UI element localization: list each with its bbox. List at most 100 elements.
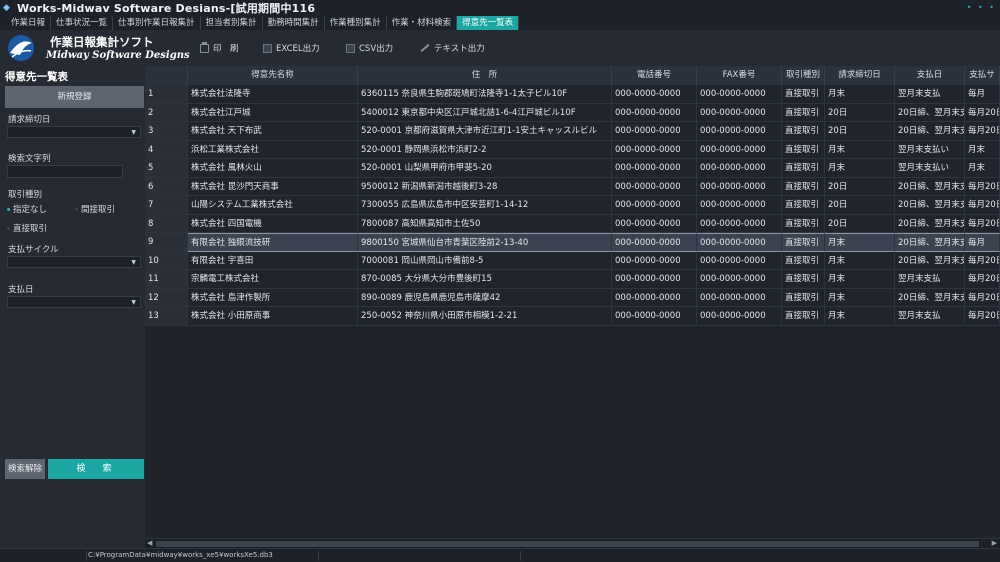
table-cell-cutoff[interactable]: 月末 (825, 270, 895, 289)
column-header[interactable]: 得意先名称 (188, 66, 358, 85)
table-cell-pay[interactable]: 20日締、翌月末支 (895, 103, 965, 122)
column-header[interactable]: 支払サ (965, 66, 1000, 85)
new-registration-button[interactable]: 新規登録 (5, 86, 144, 108)
table-cell-type[interactable]: 直接取引 (782, 122, 825, 141)
table-cell-fax[interactable]: 000-0000-0000 (697, 214, 782, 233)
table-cell-pay[interactable]: 翌月末支払い (895, 140, 965, 159)
table-cell-cutoff[interactable]: 20日 (825, 122, 895, 141)
table-cell-cycle[interactable]: 毎月20日 (965, 288, 1000, 307)
table-cell-name[interactable]: 浜松工業株式会社 (188, 140, 358, 159)
table-cell-name[interactable]: 山陽システム工業株式会社 (188, 196, 358, 215)
tab-3[interactable]: 担当者別集計 (201, 16, 263, 30)
table-cell-tel[interactable]: 000-0000-0000 (612, 233, 697, 252)
scroll-right-icon[interactable]: ▶ (992, 539, 997, 547)
table-row[interactable]: 13 株式会社 小田原商事 250-0052 神奈川県小田原市相模1-2-21 000… (145, 307, 1000, 326)
table-cell-type[interactable]: 直接取引 (782, 85, 825, 104)
table-cell-type[interactable]: 直接取引 (782, 233, 825, 252)
table-cell-cutoff[interactable]: 月末 (825, 233, 895, 252)
text-export-button[interactable]: テキスト出力 (420, 42, 485, 54)
table-row[interactable]: 7 山陽システム工業株式会社 7300055 広島県広島市中区安芸町1-14-12 0… (145, 196, 1000, 215)
table-cell-addr[interactable]: 6360115 奈良県生駒郡斑鳩町法隆寺1-1太子ビル10F (358, 85, 612, 104)
table-cell-cycle[interactable]: 毎月20日 (965, 214, 1000, 233)
tab-7[interactable]: 得意先一覧表 (457, 16, 520, 30)
table-cell-name[interactable]: 宗麟電工株式会社 (188, 270, 358, 289)
table-row[interactable]: 11 宗麟電工株式会社 870-0085 大分県大分市豊後町15 000-0000-0… (145, 270, 1000, 289)
table-cell-tel[interactable]: 000-0000-0000 (612, 177, 697, 196)
table-cell-cutoff[interactable]: 20日 (825, 177, 895, 196)
table-cell-name[interactable]: 株式会社江戸城 (188, 103, 358, 122)
table-cell-pay[interactable]: 20日締、翌月末支 (895, 251, 965, 270)
table-cell-fax[interactable]: 000-0000-0000 (697, 159, 782, 178)
table-cell-addr[interactable]: 5400012 東京都中央区江戸城北詰1-6-4江戸城ビル10F (358, 103, 612, 122)
table-cell-tel[interactable]: 000-0000-0000 (612, 288, 697, 307)
table-row[interactable]: 10 有限会社 宇喜田 7000081 岡山県岡山市備前8-5 000-0000-00… (145, 251, 1000, 270)
table-cell-pay[interactable]: 翌月末支払 (895, 85, 965, 104)
table-cell-name[interactable]: 株式会社 天下布武 (188, 122, 358, 141)
search-button[interactable]: 検 索 (48, 459, 144, 479)
table-cell-cycle[interactable]: 毎月20日 (965, 103, 1000, 122)
tab-2[interactable]: 仕事別作業日報集計 (113, 16, 201, 30)
table-cell-fax[interactable]: 000-0000-0000 (697, 288, 782, 307)
table-cell-name[interactable]: 有限会社 宇喜田 (188, 251, 358, 270)
table-cell-fax[interactable]: 000-0000-0000 (697, 270, 782, 289)
table-cell-name[interactable]: 株式会社法隆寺 (188, 85, 358, 104)
table-cell-name[interactable]: 株式会社 小田原商事 (188, 307, 358, 326)
table-cell-type[interactable]: 直接取引 (782, 307, 825, 326)
trade-option-direct[interactable]: 直接取引 (7, 222, 47, 234)
table-cell-tel[interactable]: 000-0000-0000 (612, 270, 697, 289)
table-cell-name[interactable]: 株式会社 風林火山 (188, 159, 358, 178)
tab-1[interactable]: 仕事状況一覧 (51, 16, 114, 30)
table-cell-cycle[interactable]: 毎月20日 (965, 251, 1000, 270)
table-row[interactable]: 9 有限会社 独眼流技研 9800150 宮城県仙台市青葉区陸前2-13-40 000… (145, 233, 1000, 252)
window-controls-icon[interactable]: • • • (967, 3, 996, 12)
table-cell-tel[interactable]: 000-0000-0000 (612, 307, 697, 326)
table-cell-tel[interactable]: 000-0000-0000 (612, 196, 697, 215)
table-cell-pay[interactable]: 20日締、翌月末支 (895, 122, 965, 141)
table-cell-name[interactable]: 株式会社 毘沙門天商事 (188, 177, 358, 196)
tab-6[interactable]: 作業・材料検索 (387, 16, 458, 30)
table-cell-addr[interactable]: 520-0001 京都府滋賀県大津市近江町1-1安土キャッスルビル (358, 122, 612, 141)
search-text-input[interactable] (7, 165, 123, 178)
table-cell-type[interactable]: 直接取引 (782, 214, 825, 233)
table-cell-fax[interactable]: 000-0000-0000 (697, 140, 782, 159)
table-cell-pay[interactable]: 翌月末支払い (895, 159, 965, 178)
table-cell-type[interactable]: 直接取引 (782, 159, 825, 178)
column-header[interactable]: 電話番号 (612, 66, 697, 85)
table-row[interactable]: 5 株式会社 風林火山 520-0001 山梨県甲府市甲斐5-20 000-0000-… (145, 159, 1000, 178)
table-cell-cutoff[interactable]: 20日 (825, 196, 895, 215)
tab-4[interactable]: 勤務時間集計 (263, 16, 325, 30)
table-cell-type[interactable]: 直接取引 (782, 251, 825, 270)
table-cell-type[interactable]: 直接取引 (782, 140, 825, 159)
table-cell-tel[interactable]: 000-0000-0000 (612, 103, 697, 122)
table-cell-cycle[interactable]: 毎月20日 (965, 196, 1000, 215)
tab-0[interactable]: 作業日報 (6, 16, 52, 30)
table-cell-addr[interactable]: 7000081 岡山県岡山市備前8-5 (358, 251, 612, 270)
table-cell-tel[interactable]: 000-0000-0000 (612, 251, 697, 270)
table-cell-type[interactable]: 直接取引 (782, 196, 825, 215)
column-header[interactable]: 取引種別 (782, 66, 825, 85)
table-cell-fax[interactable]: 000-0000-0000 (697, 251, 782, 270)
table-cell-cycle[interactable]: 毎月20日 (965, 307, 1000, 326)
table-row[interactable]: 1 株式会社法隆寺 6360115 奈良県生駒郡斑鳩町法隆寺1-1太子ビル10F 00… (145, 85, 1000, 104)
table-cell-cutoff[interactable]: 月末 (825, 251, 895, 270)
table-cell-addr[interactable]: 7300055 広島県広島市中区安芸町1-14-12 (358, 196, 612, 215)
table-cell-type[interactable]: 直接取引 (782, 270, 825, 289)
column-header[interactable]: 請求締切日 (825, 66, 895, 85)
table-cell-name[interactable]: 株式会社 島津作製所 (188, 288, 358, 307)
table-cell-addr[interactable]: 520-0001 静岡県浜松市浜町2-2 (358, 140, 612, 159)
table-cell-name[interactable]: 株式会社 四国電機 (188, 214, 358, 233)
table-row[interactable]: 4 浜松工業株式会社 520-0001 静岡県浜松市浜町2-2 000-0000-00… (145, 140, 1000, 159)
table-cell-tel[interactable]: 000-0000-0000 (612, 140, 697, 159)
table-row[interactable]: 8 株式会社 四国電機 7800087 高知県高知市土佐50 000-0000-000… (145, 214, 1000, 233)
scroll-left-icon[interactable]: ◀ (147, 539, 152, 547)
table-cell-pay[interactable]: 20日締、翌月末支 (895, 196, 965, 215)
table-cell-addr[interactable]: 7800087 高知県高知市土佐50 (358, 214, 612, 233)
table-cell-pay[interactable]: 20日締、翌月末支 (895, 214, 965, 233)
scrollbar-thumb[interactable] (156, 541, 979, 547)
table-cell-cutoff[interactable]: 月末 (825, 140, 895, 159)
table-cell-fax[interactable]: 000-0000-0000 (697, 233, 782, 252)
table-cell-cutoff[interactable]: 20日 (825, 103, 895, 122)
table-cell-cycle[interactable]: 月末 (965, 140, 1000, 159)
table-cell-pay[interactable]: 20日締、翌月末支 (895, 177, 965, 196)
table-cell-fax[interactable]: 000-0000-0000 (697, 307, 782, 326)
